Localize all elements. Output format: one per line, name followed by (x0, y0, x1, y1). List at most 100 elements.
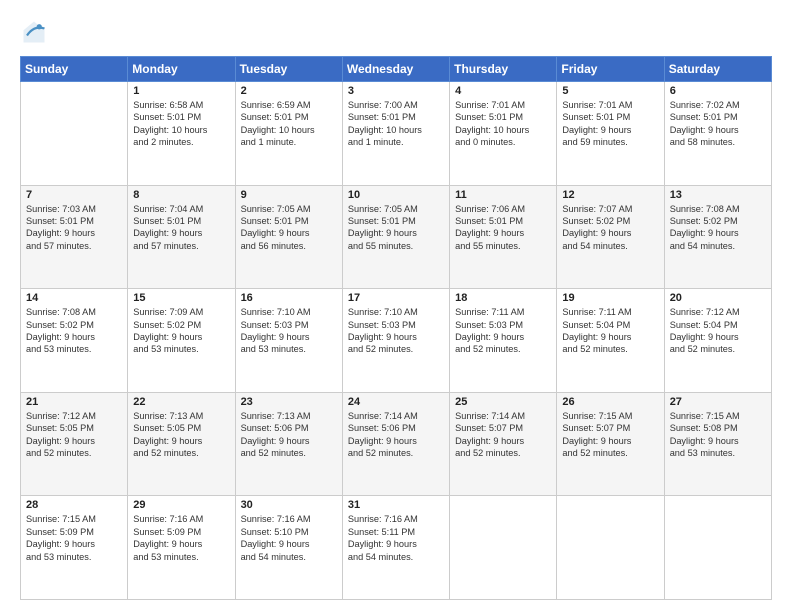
calendar-cell: 21Sunrise: 7:12 AMSunset: 5:05 PMDayligh… (21, 392, 128, 496)
calendar-cell: 7 Sunrise: 7:03 AMSunset: 5:01 PMDaylight… (21, 185, 128, 289)
calendar-cell: 29 Sunrise: 7:16 AMSunset: 5:09 PMDayligh… (128, 496, 235, 600)
logo (20, 18, 54, 46)
cell-info: Sunrise: 6:58 AMSunset: 5:01 PMDaylight:… (133, 99, 229, 149)
cell-info: Sunrise: 7:00 AMSunset: 5:01 PMDaylight:… (348, 99, 444, 149)
calendar-week-row: 21Sunrise: 7:12 AMSunset: 5:05 PMDayligh… (21, 392, 772, 496)
cell-info: Sunrise: 7:14 AMSunset: 5:07 PMDaylight:… (455, 410, 551, 460)
cell-info: Sunrise: 7:10 AMSunset: 5:03 PMDaylight:… (241, 306, 337, 356)
cell-info: Sunrise: 7:15 AMSunset: 5:09 PMDaylight:… (26, 513, 122, 563)
calendar-cell: 2 Sunrise: 6:59 AMSunset: 5:01 PMDaylight… (235, 82, 342, 186)
calendar-cell (664, 496, 771, 600)
calendar-cell: 22 Sunrise: 7:13 AMSunset: 5:05 PMDayligh… (128, 392, 235, 496)
calendar-cell: 20Sunrise: 7:12 AMSunset: 5:04 PMDayligh… (664, 289, 771, 393)
col-header-saturday: Saturday (664, 57, 771, 82)
day-number: 31 (348, 499, 444, 511)
cell-info: Sunrise: 7:11 AMSunset: 5:04 PMDaylight:… (562, 306, 658, 356)
logo-icon (20, 18, 48, 46)
day-number: 6 (670, 85, 766, 97)
day-number: 14 (26, 292, 122, 304)
day-number: 11 (455, 189, 551, 201)
cell-info: Sunrise: 7:05 AMSunset: 5:01 PMDaylight:… (241, 203, 337, 253)
day-number: 22 (133, 396, 229, 408)
day-number: 1 (133, 85, 229, 97)
col-header-thursday: Thursday (450, 57, 557, 82)
day-number: 9 (241, 189, 337, 201)
calendar-cell: 30 Sunrise: 7:16 AMSunset: 5:10 PMDayligh… (235, 496, 342, 600)
day-number: 25 (455, 396, 551, 408)
col-header-sunday: Sunday (21, 57, 128, 82)
calendar-cell: 6 Sunrise: 7:02 AMSunset: 5:01 PMDaylight… (664, 82, 771, 186)
calendar-cell: 4Sunrise: 7:01 AMSunset: 5:01 PMDaylight… (450, 82, 557, 186)
calendar-cell: 28 Sunrise: 7:15 AMSunset: 5:09 PMDayligh… (21, 496, 128, 600)
cell-info: Sunrise: 7:16 AMSunset: 5:09 PMDaylight:… (133, 513, 229, 563)
day-number: 26 (562, 396, 658, 408)
cell-info: Sunrise: 7:11 AMSunset: 5:03 PMDaylight:… (455, 306, 551, 356)
calendar-cell: 25 Sunrise: 7:14 AMSunset: 5:07 PMDayligh… (450, 392, 557, 496)
day-number: 23 (241, 396, 337, 408)
day-number: 30 (241, 499, 337, 511)
cell-info: Sunrise: 7:03 AMSunset: 5:01 PMDaylight:… (26, 203, 122, 253)
day-number: 8 (133, 189, 229, 201)
cell-info: Sunrise: 7:10 AMSunset: 5:03 PMDaylight:… (348, 306, 444, 356)
day-number: 15 (133, 292, 229, 304)
day-number: 5 (562, 85, 658, 97)
calendar-cell: 12 Sunrise: 7:07 AMSunset: 5:02 PMDayligh… (557, 185, 664, 289)
cell-info: Sunrise: 7:09 AMSunset: 5:02 PMDaylight:… (133, 306, 229, 356)
cell-info: Sunrise: 7:14 AMSunset: 5:06 PMDaylight:… (348, 410, 444, 460)
cell-info: Sunrise: 7:15 AMSunset: 5:07 PMDaylight:… (562, 410, 658, 460)
day-number: 12 (562, 189, 658, 201)
cell-info: Sunrise: 7:15 AMSunset: 5:08 PMDaylight:… (670, 410, 766, 460)
calendar-cell: 14 Sunrise: 7:08 AMSunset: 5:02 PMDayligh… (21, 289, 128, 393)
cell-info: Sunrise: 7:16 AMSunset: 5:10 PMDaylight:… (241, 513, 337, 563)
cell-info: Sunrise: 7:06 AMSunset: 5:01 PMDaylight:… (455, 203, 551, 253)
col-header-wednesday: Wednesday (342, 57, 449, 82)
cell-info: Sunrise: 7:13 AMSunset: 5:06 PMDaylight:… (241, 410, 337, 460)
calendar-cell (21, 82, 128, 186)
calendar-cell: 24Sunrise: 7:14 AMSunset: 5:06 PMDayligh… (342, 392, 449, 496)
calendar-cell: 31Sunrise: 7:16 AMSunset: 5:11 PMDayligh… (342, 496, 449, 600)
calendar-week-row: 1 Sunrise: 6:58 AMSunset: 5:01 PMDaylight… (21, 82, 772, 186)
calendar-cell: 11 Sunrise: 7:06 AMSunset: 5:01 PMDayligh… (450, 185, 557, 289)
calendar-cell: 23 Sunrise: 7:13 AMSunset: 5:06 PMDayligh… (235, 392, 342, 496)
cell-info: Sunrise: 7:08 AMSunset: 5:02 PMDaylight:… (26, 306, 122, 356)
cell-info: Sunrise: 7:07 AMSunset: 5:02 PMDaylight:… (562, 203, 658, 253)
day-number: 18 (455, 292, 551, 304)
calendar-cell (450, 496, 557, 600)
cell-info: Sunrise: 7:13 AMSunset: 5:05 PMDaylight:… (133, 410, 229, 460)
calendar-cell: 3Sunrise: 7:00 AMSunset: 5:01 PMDaylight… (342, 82, 449, 186)
col-header-monday: Monday (128, 57, 235, 82)
day-number: 7 (26, 189, 122, 201)
calendar-cell: 26 Sunrise: 7:15 AMSunset: 5:07 PMDayligh… (557, 392, 664, 496)
day-number: 20 (670, 292, 766, 304)
calendar-cell: 27Sunrise: 7:15 AMSunset: 5:08 PMDayligh… (664, 392, 771, 496)
day-number: 16 (241, 292, 337, 304)
cell-info: Sunrise: 7:01 AMSunset: 5:01 PMDaylight:… (562, 99, 658, 149)
cell-info: Sunrise: 7:05 AMSunset: 5:01 PMDaylight:… (348, 203, 444, 253)
cell-info: Sunrise: 7:02 AMSunset: 5:01 PMDaylight:… (670, 99, 766, 149)
cell-info: Sunrise: 7:12 AMSunset: 5:05 PMDaylight:… (26, 410, 122, 460)
calendar-cell (557, 496, 664, 600)
day-number: 19 (562, 292, 658, 304)
calendar-cell: 16 Sunrise: 7:10 AMSunset: 5:03 PMDayligh… (235, 289, 342, 393)
cell-info: Sunrise: 7:01 AMSunset: 5:01 PMDaylight:… (455, 99, 551, 149)
day-number: 17 (348, 292, 444, 304)
col-header-tuesday: Tuesday (235, 57, 342, 82)
calendar-cell: 13Sunrise: 7:08 AMSunset: 5:02 PMDayligh… (664, 185, 771, 289)
day-number: 28 (26, 499, 122, 511)
cell-info: Sunrise: 6:59 AMSunset: 5:01 PMDaylight:… (241, 99, 337, 149)
calendar-cell: 9 Sunrise: 7:05 AMSunset: 5:01 PMDaylight… (235, 185, 342, 289)
calendar-table: SundayMondayTuesdayWednesdayThursdayFrid… (20, 56, 772, 600)
calendar-cell: 18 Sunrise: 7:11 AMSunset: 5:03 PMDayligh… (450, 289, 557, 393)
calendar-cell: 19 Sunrise: 7:11 AMSunset: 5:04 PMDayligh… (557, 289, 664, 393)
calendar-header-row: SundayMondayTuesdayWednesdayThursdayFrid… (21, 57, 772, 82)
calendar-cell: 10Sunrise: 7:05 AMSunset: 5:01 PMDayligh… (342, 185, 449, 289)
calendar-cell: 17 Sunrise: 7:10 AMSunset: 5:03 PMDayligh… (342, 289, 449, 393)
day-number: 2 (241, 85, 337, 97)
day-number: 29 (133, 499, 229, 511)
day-number: 13 (670, 189, 766, 201)
calendar-cell: 5 Sunrise: 7:01 AMSunset: 5:01 PMDaylight… (557, 82, 664, 186)
calendar-week-row: 14 Sunrise: 7:08 AMSunset: 5:02 PMDayligh… (21, 289, 772, 393)
calendar-cell: 1 Sunrise: 6:58 AMSunset: 5:01 PMDaylight… (128, 82, 235, 186)
page: SundayMondayTuesdayWednesdayThursdayFrid… (0, 0, 792, 612)
cell-info: Sunrise: 7:04 AMSunset: 5:01 PMDaylight:… (133, 203, 229, 253)
